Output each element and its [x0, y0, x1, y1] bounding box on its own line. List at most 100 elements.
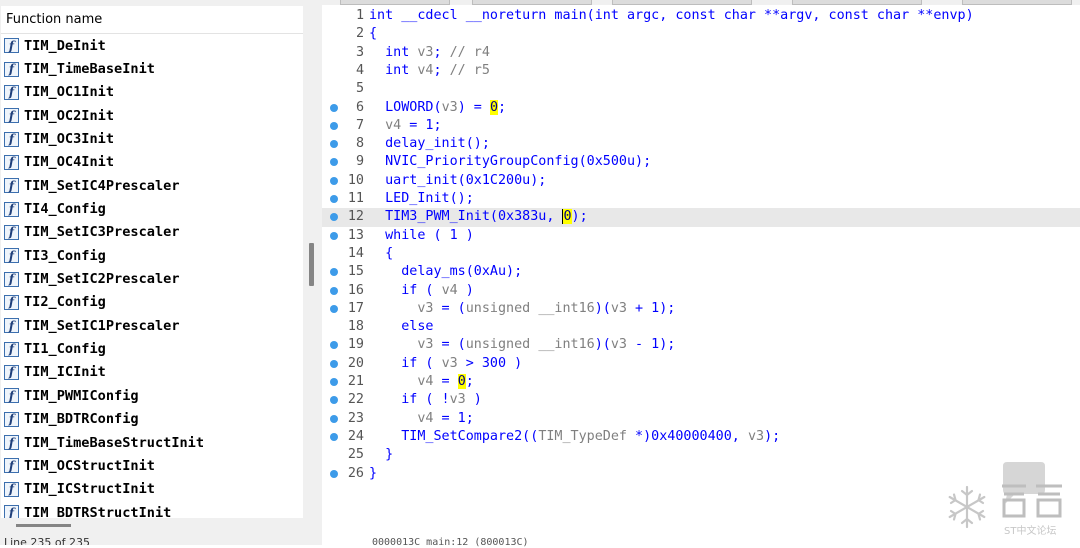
code-line[interactable]: 23 v4 = 1;: [322, 410, 1080, 428]
code-line[interactable]: 9 NVIC_PriorityGroupConfig(0x500u);: [322, 153, 1080, 171]
function-list-item[interactable]: f TIM_OC1Init: [1, 81, 303, 104]
code-line[interactable]: 4 int v4; // r5: [322, 62, 1080, 80]
function-list-item[interactable]: f TIM_DeInit: [1, 34, 303, 57]
line-number: 6: [355, 99, 364, 115]
line-number: 3: [355, 44, 364, 60]
function-name-label: TIM_DeInit: [24, 37, 106, 54]
code-text[interactable]: uart_init(0x1C200u);: [369, 172, 546, 190]
functions-window: Function name f TIM_DeInit f TIM_TimeBaseIn…: [0, 0, 322, 545]
function-list-item[interactable]: f TIM_TimeBaseStructInit: [1, 431, 303, 454]
function-icon: f: [4, 435, 19, 451]
function-name-label: TIM_PWMIConfig: [24, 387, 139, 404]
code-line[interactable]: 19 v3 = (unsigned __int16)(v3 - 1);: [322, 336, 1080, 354]
function-list-item[interactable]: f TIM_OCStructInit: [1, 454, 303, 477]
code-text[interactable]: LOWORD(v3) = 0;: [369, 99, 506, 117]
code-line[interactable]: 24 TIM_SetCompare2((TIM_TypeDef *)0x4000…: [322, 428, 1080, 446]
code-text[interactable]: v4 = 0;: [369, 373, 474, 391]
function-list-item[interactable]: f TIM_PWMIConfig: [1, 384, 303, 407]
code-line[interactable]: 22 if ( !v3 ): [322, 391, 1080, 409]
code-text[interactable]: TIM_SetCompare2((TIM_TypeDef *)0x4000040…: [369, 428, 780, 446]
code-text[interactable]: while ( 1 ): [369, 227, 474, 245]
line-number: 1: [355, 8, 364, 23]
function-list-item[interactable]: f TIM_SetIC2Prescaler: [1, 267, 303, 290]
line-number: 14: [347, 245, 364, 261]
function-name-label: TIM_BDTRStructInit: [24, 504, 172, 518]
code-text[interactable]: int __cdecl __noreturn main(int argc, co…: [369, 7, 974, 25]
function-list-item[interactable]: f TIM_ICInit: [1, 361, 303, 384]
vertical-scrollbar[interactable]: [303, 6, 320, 518]
code-text[interactable]: if ( v3 > 300 ): [369, 355, 522, 373]
function-list-item[interactable]: f TIM_BDTRStructInit: [1, 501, 303, 518]
function-icon: f: [4, 61, 19, 77]
line-number: 12: [347, 209, 364, 225]
function-name-label: TI2_Config: [24, 294, 106, 311]
function-list-item[interactable]: f TI1_Config: [1, 337, 303, 360]
function-icon: f: [4, 224, 19, 240]
vertical-scrollbar-thumb[interactable]: [309, 243, 314, 286]
code-line[interactable]: 13 while ( 1 ): [322, 227, 1080, 245]
horizontal-scrollbar-thumb[interactable]: [16, 524, 71, 527]
code-text[interactable]: TIM3_PWM_Init(0x383u, 0);: [369, 208, 588, 226]
code-line[interactable]: 17 v3 = (unsigned __int16)(v3 + 1);: [322, 300, 1080, 318]
function-name-label: TI1_Config: [24, 341, 106, 358]
code-text[interactable]: LED_Init();: [369, 190, 474, 208]
code-line[interactable]: 1 int __cdecl __noreturn main(int argc, c…: [322, 7, 1080, 25]
code-text[interactable]: }: [369, 446, 393, 464]
function-name-label: TIM_ICInit: [24, 364, 106, 381]
function-icon: f: [4, 481, 19, 497]
code-line[interactable]: 5: [322, 80, 1080, 98]
function-name-label: TIM_ICStructInit: [24, 481, 155, 498]
code-line[interactable]: 16 if ( v4 ): [322, 282, 1080, 300]
function-list-item[interactable]: f TIM_TimeBaseInit: [1, 57, 303, 80]
code-text[interactable]: v4 = 1;: [369, 117, 441, 135]
code-line[interactable]: 6 LOWORD(v3) = 0;: [322, 99, 1080, 117]
function-list-item[interactable]: f TIM_SetIC4Prescaler: [1, 174, 303, 197]
code-text[interactable]: else: [369, 318, 433, 336]
code-line[interactable]: 8 delay_init();: [322, 135, 1080, 153]
function-name-label: TIM_OC4Init: [24, 154, 115, 171]
code-line[interactable]: 18 else: [322, 318, 1080, 336]
function-list-item[interactable]: f TIM_SetIC1Prescaler: [1, 314, 303, 337]
code-text[interactable]: }: [369, 465, 377, 483]
function-list-item[interactable]: f TIM_OC2Init: [1, 104, 303, 127]
code-line[interactable]: 11 LED_Init();: [322, 190, 1080, 208]
function-icon: f: [4, 294, 19, 310]
snowflake-icon: [948, 485, 986, 529]
function-list[interactable]: Function name f TIM_DeInit f TIM_TimeBaseIn…: [1, 6, 304, 518]
function-list-item[interactable]: f TIM_SetIC3Prescaler: [1, 221, 303, 244]
code-line[interactable]: 20 if ( v3 > 300 ): [322, 355, 1080, 373]
code-line[interactable]: 21 v4 = 0;: [322, 373, 1080, 391]
code-text[interactable]: if ( !v3 ): [369, 391, 482, 409]
function-list-item[interactable]: f TIM_BDTRConfig: [1, 408, 303, 431]
code-text[interactable]: int v3; // r4: [369, 44, 490, 62]
function-list-item[interactable]: f TIM_OC4Init: [1, 151, 303, 174]
function-list-item[interactable]: f TIM_ICStructInit: [1, 478, 303, 501]
code-text[interactable]: v3 = (unsigned __int16)(v3 - 1);: [369, 336, 675, 354]
code-text[interactable]: delay_init();: [369, 135, 490, 153]
function-list-item[interactable]: f TIM_OC3Init: [1, 127, 303, 150]
function-list-item[interactable]: f TI4_Config: [1, 197, 303, 220]
horizontal-scrollbar[interactable]: [1, 518, 303, 532]
line-number: 21: [347, 374, 364, 389]
code-line[interactable]: 12 TIM3_PWM_Init(0x383u, 0);: [322, 208, 1080, 227]
function-name-label: TIM_SetIC1Prescaler: [24, 317, 180, 334]
code-line[interactable]: 14 {: [322, 245, 1080, 263]
function-list-item[interactable]: f TI3_Config: [1, 244, 303, 267]
code-line[interactable]: 3 int v3; // r4: [322, 44, 1080, 62]
code-text[interactable]: delay_ms(0xAu);: [369, 263, 522, 281]
code-line[interactable]: 15 delay_ms(0xAu);: [322, 263, 1080, 281]
function-name-label: TIM_BDTRConfig: [24, 411, 139, 428]
code-text[interactable]: NVIC_PriorityGroupConfig(0x500u);: [369, 153, 651, 171]
code-line[interactable]: 2{: [322, 25, 1080, 43]
code-text[interactable]: {: [369, 25, 377, 43]
code-text[interactable]: v3 = (unsigned __int16)(v3 + 1);: [369, 300, 675, 318]
code-text[interactable]: int v4; // r5: [369, 62, 490, 80]
code-text[interactable]: {: [369, 245, 393, 263]
pseudocode-view[interactable]: 1 int __cdecl __noreturn main(int argc, c…: [322, 5, 1080, 537]
code-text[interactable]: if ( v4 ): [369, 282, 474, 300]
code-line[interactable]: 10 uart_init(0x1C200u);: [322, 172, 1080, 190]
column-header-function-name[interactable]: Function name: [1, 6, 303, 34]
code-line[interactable]: 7 v4 = 1;: [322, 117, 1080, 135]
function-list-item[interactable]: f TI2_Config: [1, 291, 303, 314]
code-text[interactable]: v4 = 1;: [369, 410, 473, 428]
